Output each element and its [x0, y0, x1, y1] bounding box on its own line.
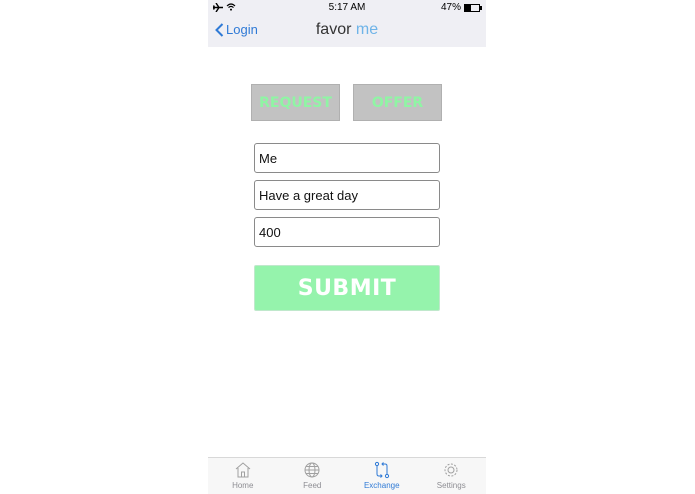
navigation-bar: Login favor me [208, 15, 486, 47]
title-main: favor [315, 21, 352, 38]
amount-field[interactable] [254, 217, 440, 247]
tab-bar: Home Feed Exchange Settings [208, 457, 486, 494]
recipient-field[interactable] [254, 143, 440, 173]
tab-feed-label: Feed [303, 481, 322, 490]
status-bar: 5:17 AM 47% [208, 0, 486, 15]
tab-settings[interactable]: Settings [417, 458, 487, 494]
tab-settings-label: Settings [436, 481, 466, 490]
exchange-icon [374, 461, 389, 479]
battery-percent: 47% [440, 2, 461, 13]
phone-screen: 5:17 AM 47% Login favor me REQUEST OFFER… [208, 0, 486, 494]
home-icon [235, 462, 251, 478]
globe-icon [304, 462, 320, 478]
message-field[interactable] [254, 180, 440, 210]
gear-icon [444, 463, 458, 477]
title-accent: me [355, 21, 379, 38]
tab-home[interactable]: Home [208, 458, 278, 494]
tab-exchange[interactable]: Exchange [347, 458, 417, 494]
battery-icon [464, 3, 482, 12]
request-button[interactable]: REQUEST [251, 84, 340, 121]
tab-home-label: Home [232, 481, 254, 490]
battery-status: 47% [440, 2, 482, 13]
page-title: favor me [208, 21, 486, 39]
tab-exchange-label: Exchange [363, 481, 400, 490]
tab-feed[interactable]: Feed [278, 458, 348, 494]
submit-button[interactable]: SUBMIT [254, 265, 440, 311]
offer-button[interactable]: OFFER [353, 84, 442, 121]
